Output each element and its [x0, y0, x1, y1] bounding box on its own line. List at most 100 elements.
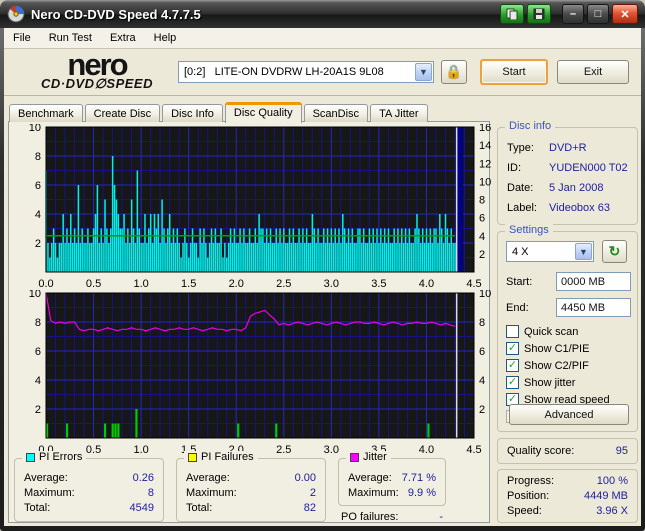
eject-button[interactable]: 🔒	[441, 60, 467, 84]
pi-errors-row: Average: 0.26	[15, 470, 163, 485]
disc-info-row: Date: 5 Jan 2008	[498, 178, 637, 198]
menu-help[interactable]: Help	[145, 28, 186, 48]
progress-panel: Progress: 100 % Position: 4449 MB Speed: 3.96…	[497, 469, 638, 523]
pi-failures-row-label: Total:	[186, 501, 213, 514]
settings-caption: Settings	[505, 224, 553, 236]
app-window: Nero CD-DVD Speed 4.7.7.5 – □ ✕ File Run …	[0, 0, 645, 531]
close-button[interactable]: ✕	[612, 4, 638, 24]
svg-text:2.5: 2.5	[276, 444, 291, 456]
start-button[interactable]: Start	[480, 59, 548, 85]
pi-failures-row-value: 0.00	[294, 471, 316, 484]
tab-create-disc[interactable]: Create Disc	[84, 104, 161, 122]
svg-text:8: 8	[479, 195, 485, 207]
svg-text:2: 2	[35, 238, 41, 250]
checkbox-label: Quick scan	[524, 325, 579, 338]
drive-selector[interactable]: [0:2] LITE-ON DVDRW LH-20A1S 9L08 ▼	[178, 61, 434, 83]
pi-failures-row-value: 2	[309, 486, 316, 499]
checkbox-icon[interactable]: ✓	[506, 376, 519, 389]
svg-text:2: 2	[479, 249, 485, 261]
pi-errors-legend-swatch	[26, 452, 35, 462]
checkbox-label: Show C1/PIE	[524, 342, 590, 355]
pi-errors-row: Total: 4549	[15, 500, 163, 515]
svg-text:2: 2	[35, 404, 41, 416]
pi-errors-chart: 2 4 6 8 10 2 4 6 8 10 12 14 16 0.0 0.5 1.0 1.5 2.0 2.5 3.0 3…	[29, 124, 492, 290]
svg-text:10: 10	[479, 290, 491, 300]
svg-text:16: 16	[479, 124, 491, 134]
svg-text:1.0: 1.0	[133, 444, 148, 456]
disc-info-label: Date:	[507, 182, 534, 194]
svg-text:0.5: 0.5	[86, 444, 101, 456]
svg-text:6: 6	[35, 180, 41, 192]
po-failures-value: -	[439, 511, 443, 523]
checkbox-icon[interactable]: ✓	[506, 359, 519, 372]
logo-text-nero: nero	[67, 47, 128, 82]
menu-run-test[interactable]: Run Test	[40, 28, 101, 48]
svg-text:14: 14	[479, 140, 491, 152]
quality-score-value: 95	[615, 445, 628, 457]
jitter-row-label: Average:	[348, 471, 392, 484]
disc-info-label: ID:	[507, 162, 522, 174]
progress-row-value: 4449 MB	[583, 489, 628, 502]
checkbox-icon[interactable]	[506, 325, 519, 338]
pi-errors-caption: PI Errors	[22, 451, 87, 463]
svg-text:10: 10	[29, 290, 41, 300]
disc-info-value: Videobox 63	[549, 202, 610, 214]
svg-text:4: 4	[479, 231, 485, 243]
pi-errors-row-label: Average:	[24, 471, 68, 484]
checkbox-label: Show jitter	[524, 376, 576, 389]
logo-text-cddvdspeed: CD·DVD∅SPEED	[41, 76, 153, 91]
checkbox-quick-scan[interactable]: Quick scan	[506, 324, 578, 339]
pi-failures-row: Total: 82	[177, 500, 325, 515]
settings-panel: Settings 4 X ▼ ↻ Start: End: Quick scan ✓…	[497, 224, 638, 432]
tab-benchmark[interactable]: Benchmark	[9, 104, 83, 122]
checkbox-show-c1-pie[interactable]: ✓ Show C1/PIE	[506, 341, 589, 356]
progress-row: Position: 4449 MB	[498, 488, 637, 503]
menu-extra[interactable]: Extra	[101, 28, 145, 48]
progress-row-value: 100 %	[596, 474, 628, 487]
disc-info-value: YUDEN000 T02	[549, 162, 628, 174]
window-title: Nero CD-DVD Speed 4.7.7.5	[31, 6, 201, 22]
scan-speed-selector[interactable]: 4 X ▼	[506, 241, 594, 262]
svg-text:8: 8	[35, 151, 41, 163]
pi-errors-row-value: 0.26	[132, 471, 154, 484]
tab-disc-quality[interactable]: Disc Quality	[224, 102, 302, 123]
disc-info-row: ID: YUDEN000 T02	[498, 158, 637, 178]
checkbox-show-jitter[interactable]: ✓ Show jitter	[506, 375, 575, 390]
svg-text:10: 10	[479, 176, 491, 188]
jitter-row-label: Maximum:	[348, 486, 399, 499]
svg-text:4.5: 4.5	[466, 444, 481, 456]
svg-text:8: 8	[35, 317, 41, 329]
disc-info-row: Label: Videobox 63	[498, 198, 637, 218]
copy-button[interactable]	[500, 4, 524, 24]
svg-text:3.0: 3.0	[324, 444, 339, 456]
disc-info-value: 5 Jan 2008	[549, 182, 604, 194]
quality-score-label: Quality score:	[507, 445, 575, 457]
start-position-field[interactable]	[556, 272, 631, 291]
svg-text:4: 4	[35, 209, 41, 221]
svg-text:4.0: 4.0	[419, 444, 434, 456]
svg-text:6: 6	[35, 346, 41, 358]
end-position-field[interactable]	[556, 298, 631, 317]
progress-row: Progress: 100 %	[498, 473, 637, 488]
tab-disc-info[interactable]: Disc Info	[162, 104, 223, 122]
svg-text:3.5: 3.5	[371, 278, 386, 290]
chevron-down-icon[interactable]: ▼	[575, 243, 592, 260]
checkbox-show-c2-pif[interactable]: ✓ Show C2/PIF	[506, 358, 589, 373]
drive-selector-value: [0:2] LITE-ON DVDRW LH-20A1S 9L08	[184, 66, 384, 78]
pi-failures-row-value: 82	[303, 501, 316, 514]
save-button[interactable]	[527, 4, 551, 24]
jitter-caption: Jitter	[346, 451, 391, 463]
minimize-button[interactable]: –	[562, 4, 584, 24]
chevron-down-icon[interactable]: ▼	[415, 63, 432, 81]
checkbox-icon[interactable]: ✓	[506, 342, 519, 355]
tab-scandisc[interactable]: ScanDisc	[303, 104, 369, 122]
tab-ta-jitter[interactable]: TA Jitter	[370, 104, 428, 122]
advanced-button[interactable]: Advanced	[509, 404, 629, 425]
svg-text:4.0: 4.0	[419, 278, 434, 290]
exit-button[interactable]: Exit	[557, 60, 629, 84]
progress-row-label: Progress:	[507, 474, 555, 487]
menu-file[interactable]: File	[4, 28, 40, 48]
refresh-button[interactable]: ↻	[602, 240, 627, 263]
maximize-button[interactable]: □	[587, 4, 609, 24]
po-failures-label: PO failures:	[341, 511, 399, 523]
